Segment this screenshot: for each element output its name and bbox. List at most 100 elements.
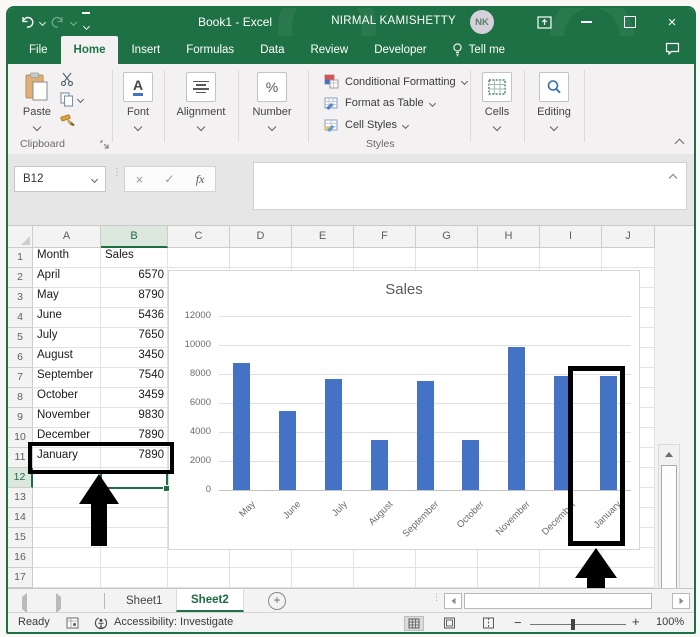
column-header-D[interactable]: D bbox=[230, 226, 292, 248]
close-button[interactable]: × bbox=[652, 8, 692, 36]
scroll-up-button[interactable] bbox=[659, 445, 679, 463]
cell-A5[interactable]: July bbox=[33, 328, 101, 348]
tab-review[interactable]: Review bbox=[297, 36, 361, 64]
cell-I1[interactable] bbox=[540, 248, 602, 268]
cell-B6[interactable]: 3450 bbox=[101, 348, 168, 368]
font-group-button[interactable]: A Font bbox=[116, 72, 160, 133]
row-header-2[interactable]: 2 bbox=[8, 268, 33, 288]
column-header-B[interactable]: B bbox=[101, 226, 168, 248]
editing-group-button[interactable]: Editing bbox=[528, 72, 580, 133]
copy-button[interactable] bbox=[60, 92, 85, 107]
formula-bar-expand-icon[interactable] bbox=[668, 173, 678, 183]
cell-H17[interactable] bbox=[478, 568, 540, 588]
cell-C1[interactable] bbox=[168, 248, 230, 268]
accessibility-icon[interactable] bbox=[94, 616, 108, 630]
row-header-8[interactable]: 8 bbox=[8, 388, 33, 408]
column-header-J[interactable]: J bbox=[602, 226, 655, 248]
tab-splitter-dots[interactable]: ⋮ bbox=[432, 593, 441, 602]
paste-button[interactable]: Paste bbox=[18, 72, 56, 133]
redo-dropdown-icon[interactable] bbox=[69, 19, 78, 27]
row-header-9[interactable]: 9 bbox=[8, 408, 33, 428]
cell-H16[interactable] bbox=[478, 548, 540, 568]
column-header-F[interactable]: F bbox=[354, 226, 416, 248]
enter-entry-button[interactable]: ✓ bbox=[164, 172, 174, 186]
cell-E16[interactable] bbox=[292, 548, 354, 568]
cell-G17[interactable] bbox=[416, 568, 478, 588]
cell-C17[interactable] bbox=[168, 568, 230, 588]
hscroll-left-button[interactable] bbox=[444, 593, 462, 609]
zoom-in-button[interactable]: + bbox=[632, 614, 640, 629]
cell-B3[interactable]: 8790 bbox=[101, 288, 168, 308]
format-painter-button[interactable] bbox=[60, 114, 76, 129]
column-header-E[interactable]: E bbox=[292, 226, 354, 248]
redo-button[interactable] bbox=[51, 16, 65, 29]
cell-B8[interactable]: 3459 bbox=[101, 388, 168, 408]
accessibility-status[interactable]: Accessibility: Investigate bbox=[114, 616, 233, 628]
undo-button[interactable] bbox=[20, 16, 34, 29]
cell-A7[interactable]: September bbox=[33, 368, 101, 388]
column-header-A[interactable]: A bbox=[33, 226, 101, 248]
cell-B7[interactable]: 7540 bbox=[101, 368, 168, 388]
sheet-tab-sheet2[interactable]: Sheet2 bbox=[176, 589, 244, 612]
customize-qat-button[interactable] bbox=[82, 12, 90, 34]
cell-H1[interactable] bbox=[478, 248, 540, 268]
sheet-nav-next-button[interactable] bbox=[56, 593, 61, 613]
cell-A1[interactable]: Month bbox=[33, 248, 101, 268]
cell-styles-button[interactable]: Cell Styles bbox=[324, 118, 410, 132]
ribbon-display-options-button[interactable] bbox=[524, 8, 564, 36]
cell-B15[interactable] bbox=[101, 528, 168, 548]
cell-F17[interactable] bbox=[354, 568, 416, 588]
row-header-13[interactable]: 13 bbox=[8, 488, 33, 508]
row-header-16[interactable]: 16 bbox=[8, 548, 33, 568]
format-as-table-button[interactable]: Format as Table bbox=[324, 96, 436, 110]
column-header-H[interactable]: H bbox=[478, 226, 540, 248]
row-header-1[interactable]: 1 bbox=[8, 248, 33, 268]
cell-A2[interactable]: April bbox=[33, 268, 101, 288]
maximize-button[interactable] bbox=[610, 8, 650, 36]
number-group-button[interactable]: % Number bbox=[242, 72, 302, 133]
tab-data[interactable]: Data bbox=[247, 36, 297, 64]
cut-button[interactable] bbox=[60, 72, 76, 86]
insert-function-button[interactable]: fx bbox=[196, 172, 205, 187]
cell-B9[interactable]: 9830 bbox=[101, 408, 168, 428]
name-box-dropdown-icon[interactable] bbox=[90, 175, 99, 183]
new-sheet-button[interactable]: + bbox=[268, 592, 286, 610]
column-header-C[interactable]: C bbox=[168, 226, 230, 248]
cell-G1[interactable] bbox=[416, 248, 478, 268]
tell-me-box[interactable]: Tell me bbox=[440, 36, 517, 64]
cell-B16[interactable] bbox=[101, 548, 168, 568]
cells-group-button[interactable]: Cells bbox=[474, 72, 520, 133]
row-header-6[interactable]: 6 bbox=[8, 348, 33, 368]
row-header-4[interactable]: 4 bbox=[8, 308, 33, 328]
tab-formulas[interactable]: Formulas bbox=[173, 36, 247, 64]
cell-A3[interactable]: May bbox=[33, 288, 101, 308]
row-header-3[interactable]: 3 bbox=[8, 288, 33, 308]
sheet-tab-sheet1[interactable]: Sheet1 bbox=[112, 589, 178, 612]
tab-home[interactable]: Home bbox=[60, 36, 119, 64]
name-box[interactable]: B12 bbox=[14, 166, 106, 192]
cell-A9[interactable]: November bbox=[33, 408, 101, 428]
cell-B1[interactable]: Sales bbox=[101, 248, 168, 268]
row-header-17[interactable]: 17 bbox=[8, 568, 33, 588]
cell-B2[interactable]: 6570 bbox=[101, 268, 168, 288]
column-header-G[interactable]: G bbox=[416, 226, 478, 248]
cell-A4[interactable]: June bbox=[33, 308, 101, 328]
cell-B17[interactable] bbox=[101, 568, 168, 588]
formula-input[interactable] bbox=[253, 162, 687, 210]
cell-A17[interactable] bbox=[33, 568, 101, 588]
select-all-corner[interactable] bbox=[8, 226, 33, 248]
zoom-out-button[interactable]: − bbox=[514, 615, 522, 630]
row-header-14[interactable]: 14 bbox=[8, 508, 33, 528]
row-header-5[interactable]: 5 bbox=[8, 328, 33, 348]
zoom-level[interactable]: 100% bbox=[656, 616, 684, 628]
avatar[interactable]: NK bbox=[470, 10, 494, 34]
minimize-button[interactable] bbox=[566, 8, 606, 36]
column-header-I[interactable]: I bbox=[540, 226, 602, 248]
comment-icon[interactable] bbox=[665, 42, 680, 55]
view-page-layout-button[interactable] bbox=[443, 617, 456, 629]
horizontal-scrollbar-thumb[interactable] bbox=[464, 593, 652, 609]
row-header-15[interactable]: 15 bbox=[8, 528, 33, 548]
tab-developer[interactable]: Developer bbox=[361, 36, 439, 64]
row-header-7[interactable]: 7 bbox=[8, 368, 33, 388]
cell-B4[interactable]: 5436 bbox=[101, 308, 168, 328]
